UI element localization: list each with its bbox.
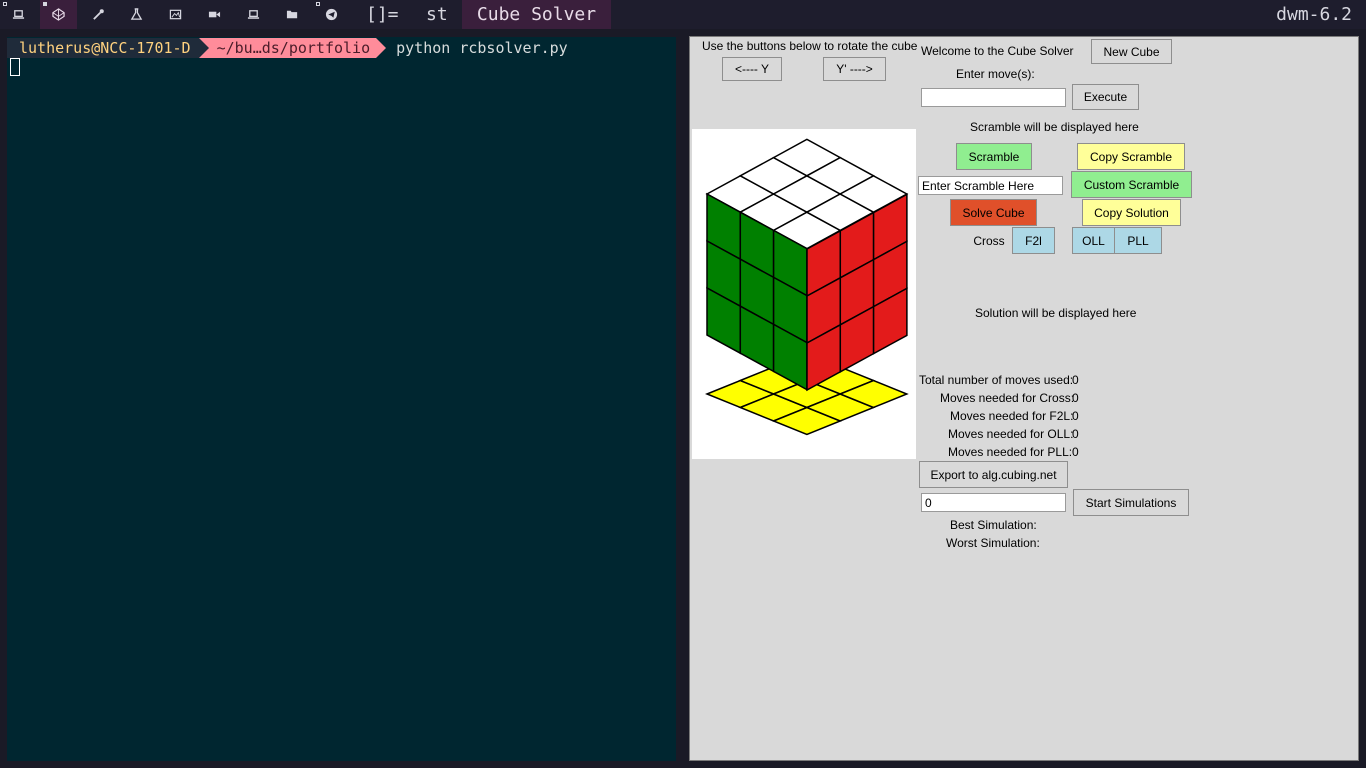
best-simulation-label: Best Simulation: xyxy=(950,518,1037,532)
copy-scramble-button[interactable]: Copy Scramble xyxy=(1077,143,1185,170)
scramble-display-label: Scramble will be displayed here xyxy=(970,120,1139,134)
cross-moves-label: Moves needed for Cross: xyxy=(940,391,1075,405)
prompt-separator-icon xyxy=(198,38,209,58)
status-text: dwm-6.2 xyxy=(1276,4,1352,25)
f2l-moves-value: 0 xyxy=(1072,409,1079,423)
cube-canvas xyxy=(692,129,916,459)
welcome-label: Welcome to the Cube Solver xyxy=(921,44,1074,58)
tag-8[interactable] xyxy=(274,0,311,29)
tag-4[interactable] xyxy=(118,0,155,29)
custom-scramble-button[interactable]: Custom Scramble xyxy=(1071,171,1192,198)
step-f2l-button[interactable]: F2l xyxy=(1012,227,1055,254)
solve-cube-button[interactable]: Solve Cube xyxy=(950,199,1037,226)
tag-2[interactable] xyxy=(40,0,77,29)
tag-9[interactable] xyxy=(313,0,350,29)
step-oll-button[interactable]: OLL xyxy=(1072,227,1115,254)
enter-moves-label: Enter move(s): xyxy=(956,67,1035,81)
start-simulations-button[interactable]: Start Simulations xyxy=(1073,489,1189,516)
folder-open-icon xyxy=(286,10,298,19)
total-moves-label: Total number of moves used: xyxy=(919,373,1074,387)
layout-symbol[interactable]: []= xyxy=(366,4,399,25)
simulations-count-input[interactable] xyxy=(921,493,1066,512)
cube-solver-window: Use the buttons below to rotate the cube… xyxy=(689,36,1359,761)
focused-window-title[interactable]: Cube Solver xyxy=(462,0,611,29)
cross-moves-value: 0 xyxy=(1072,391,1079,405)
prompt-user-host: lutherus@NCC-1701-D xyxy=(7,38,199,58)
window-title-st[interactable]: st xyxy=(426,4,448,25)
oll-moves-label: Moves needed for OLL: xyxy=(948,427,1074,441)
step-cross-button[interactable]: Cross xyxy=(965,227,1013,254)
image-icon xyxy=(169,9,182,20)
tag-7[interactable] xyxy=(235,0,272,29)
oll-moves-value: 0 xyxy=(1072,427,1079,441)
scramble-input[interactable] xyxy=(918,176,1063,195)
tag-5[interactable] xyxy=(157,0,194,29)
export-alg-cubing-button[interactable]: Export to alg.cubing.net xyxy=(919,461,1068,488)
rotate-y-prime-button[interactable]: Y' ----> xyxy=(823,57,886,81)
shell-command: python rcbsolver.py xyxy=(396,39,568,57)
f2l-moves-label: Moves needed for F2L: xyxy=(950,409,1074,423)
laptop-icon xyxy=(12,10,25,19)
rotate-y-button[interactable]: <---- Y xyxy=(722,57,782,81)
cube-drawing xyxy=(705,138,909,436)
flask-icon xyxy=(130,8,143,20)
step-pll-button[interactable]: PLL xyxy=(1114,227,1162,254)
moves-input[interactable] xyxy=(921,88,1066,107)
pll-moves-label: Moves needed for PLL: xyxy=(948,445,1073,459)
tag-occupied-indicator xyxy=(43,2,47,6)
tag-occupied-indicator xyxy=(3,2,7,6)
worst-simulation-label: Worst Simulation: xyxy=(946,536,1040,550)
eyedropper-icon xyxy=(93,9,104,20)
terminal-cursor xyxy=(10,58,20,76)
laptop-icon xyxy=(247,10,260,19)
prompt-path: ~/bu…ds/portfolio xyxy=(208,38,377,58)
shell-prompt: lutherus@NCC-1701-D ~/bu…ds/portfolio py… xyxy=(7,38,568,58)
tag-occupied-indicator xyxy=(316,2,320,6)
codepen-icon xyxy=(52,8,65,21)
prompt-separator-icon xyxy=(376,38,387,58)
tag-1[interactable] xyxy=(0,0,37,29)
tag-3[interactable] xyxy=(80,0,117,29)
rotate-hint-label: Use the buttons below to rotate the cube xyxy=(702,39,918,53)
terminal-window[interactable]: lutherus@NCC-1701-D ~/bu…ds/portfolio py… xyxy=(7,37,676,761)
scramble-button[interactable]: Scramble xyxy=(956,143,1032,170)
new-cube-button[interactable]: New Cube xyxy=(1091,39,1172,64)
copy-solution-button[interactable]: Copy Solution xyxy=(1082,199,1181,226)
tag-6[interactable] xyxy=(196,0,233,29)
telegram-icon xyxy=(325,8,338,21)
dwm-status-bar: []= st Cube Solver dwm-6.2 xyxy=(0,0,1366,29)
execute-button[interactable]: Execute xyxy=(1072,84,1139,110)
solution-display-label: Solution will be displayed here xyxy=(975,306,1137,320)
video-camera-icon xyxy=(208,11,221,18)
pll-moves-value: 0 xyxy=(1072,445,1079,459)
total-moves-value: 0 xyxy=(1072,373,1079,387)
